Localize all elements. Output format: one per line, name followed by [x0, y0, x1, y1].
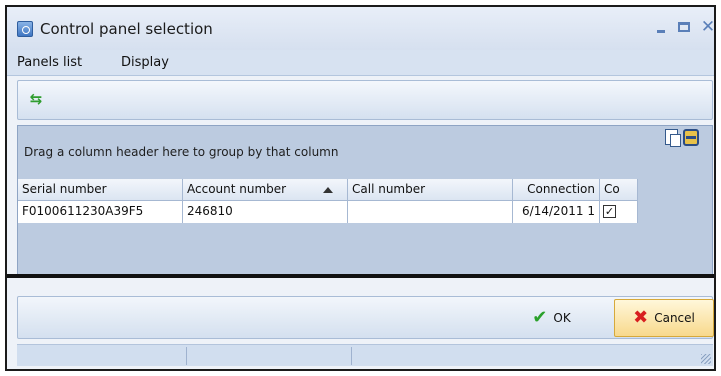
control-panel-selection-window: Control panel selection ✕ Panels list Di… — [5, 5, 716, 371]
cell-connection[interactable]: 6/14/2011 1 — [513, 201, 600, 223]
column-header-account-number[interactable]: Account number — [183, 179, 348, 201]
cell-account-number[interactable]: 246810 — [183, 201, 348, 223]
column-header-call-number[interactable]: Call number — [348, 179, 513, 201]
panels-grid: Drag a column header here to group by th… — [17, 125, 713, 275]
resize-grip-icon[interactable] — [701, 354, 711, 364]
menu-bar: Panels list Display — [7, 50, 714, 76]
checkmark-icon: ✔ — [532, 307, 548, 328]
menu-panels-list[interactable]: Panels list — [17, 55, 82, 70]
sort-ascending-icon — [323, 187, 333, 193]
table-row[interactable]: F0100611230A39F5 246810 6/14/2011 1 ✓ — [18, 201, 638, 223]
status-bar — [17, 344, 713, 366]
co-checkbox[interactable]: ✓ — [603, 205, 616, 218]
title-bar[interactable]: Control panel selection ✕ — [7, 7, 714, 50]
status-segment — [187, 347, 352, 365]
column-header-connection[interactable]: Connection — [513, 179, 600, 201]
ok-button[interactable]: ✔ OK — [501, 299, 602, 337]
minimize-icon — [657, 30, 665, 33]
toolbar: ⇆ — [17, 80, 713, 120]
column-header-account-number-label: Account number — [187, 182, 287, 196]
app-icon — [17, 21, 33, 37]
table-header: Serial number Account number Call number… — [18, 179, 638, 201]
cell-co[interactable]: ✓ — [600, 201, 638, 223]
cell-call-number[interactable] — [348, 201, 513, 223]
menu-display[interactable]: Display — [121, 55, 169, 70]
save-icon[interactable] — [683, 129, 699, 146]
ok-button-label: OK — [553, 311, 571, 325]
group-by-hint: Drag a column header here to group by th… — [24, 145, 339, 159]
divider — [7, 274, 714, 278]
maximize-button[interactable] — [671, 15, 697, 39]
column-header-co[interactable]: Co — [600, 179, 638, 201]
copy-icon[interactable] — [665, 129, 681, 147]
data-table: Serial number Account number Call number… — [18, 179, 638, 223]
cancel-button-label: Cancel — [654, 311, 695, 325]
refresh-icon[interactable]: ⇆ — [23, 87, 49, 111]
close-button[interactable]: ✕ — [695, 15, 714, 39]
status-segment — [17, 347, 187, 365]
cancel-x-icon: ✖ — [633, 307, 649, 328]
cell-serial-number[interactable]: F0100611230A39F5 — [18, 201, 183, 223]
dialog-footer: ✔ OK ✖ Cancel — [17, 296, 714, 339]
cancel-button[interactable]: ✖ Cancel — [614, 299, 714, 337]
column-header-serial-number[interactable]: Serial number — [18, 179, 183, 201]
window-title: Control panel selection — [40, 20, 213, 38]
maximize-icon — [678, 22, 690, 32]
